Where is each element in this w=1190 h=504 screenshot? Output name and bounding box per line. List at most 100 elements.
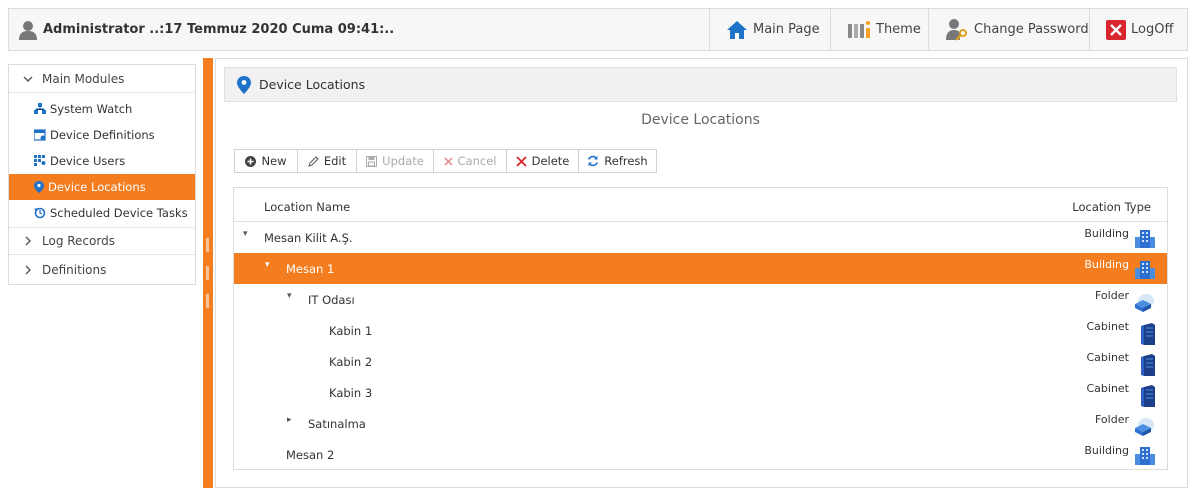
table-row[interactable]: Kabin 3 Cabinet: [234, 377, 1167, 408]
new-button[interactable]: New: [235, 150, 298, 172]
sidebar-item-label: Device Definitions: [50, 128, 155, 142]
table-row[interactable]: ▾ IT Odası Folder: [234, 284, 1167, 315]
row-location-type: Building: [1084, 258, 1129, 271]
row-location-name: Mesan Kilit A.Ş.: [264, 231, 353, 245]
device-definitions-icon: [34, 129, 46, 141]
theme-icon: [847, 20, 871, 40]
sidebar-item-scheduled-device-tasks[interactable]: Scheduled Device Tasks: [9, 200, 195, 226]
expand-toggle-icon[interactable]: ▾: [287, 291, 292, 301]
chevron-right-icon: [23, 236, 33, 246]
delete-button[interactable]: Delete: [507, 150, 579, 172]
theme-label: Theme: [876, 22, 921, 37]
row-location-name: Mesan 1: [286, 262, 335, 276]
cabinet-icon: [1141, 354, 1155, 379]
row-location-type: Cabinet: [1086, 320, 1129, 333]
row-location-name: Kabin 3: [329, 386, 373, 400]
expand-toggle-icon[interactable]: ▸: [287, 415, 292, 425]
sidebar-group-definitions[interactable]: Definitions: [9, 256, 195, 284]
row-location-name: Satınalma: [308, 417, 366, 431]
splitter-drag-handle[interactable]: [206, 266, 209, 280]
table-row[interactable]: ▸ Satınalma Folder: [234, 408, 1167, 439]
row-location-type: Cabinet: [1086, 351, 1129, 364]
delete-x-icon: [515, 155, 527, 167]
sidebar-group-log-records[interactable]: Log Records: [9, 227, 195, 255]
expand-toggle-icon[interactable]: ▾: [265, 260, 270, 270]
header-title: Administrator ..:17 Temmuz 2020 Cuma 09:…: [43, 22, 395, 37]
close-icon: [1106, 19, 1126, 40]
sidebar-item-device-definitions[interactable]: Device Definitions: [9, 122, 195, 148]
main-page-label: Main Page: [753, 22, 820, 37]
main-page-button[interactable]: Main Page: [709, 9, 830, 50]
sidebar-group-label: Main Modules: [42, 71, 125, 86]
row-location-type: Building: [1084, 444, 1129, 457]
panel-header-title: Device Locations: [259, 77, 366, 92]
building-icon: [1135, 230, 1155, 251]
map-pin-icon: [34, 181, 44, 193]
change-password-label: Change Password: [974, 22, 1089, 37]
map-pin-icon: [237, 75, 251, 94]
chevron-down-icon: [23, 74, 33, 84]
row-location-name: IT Odası: [308, 293, 355, 307]
grid-header: Location Name Location Type: [234, 188, 1167, 222]
sidebar-item-device-users[interactable]: Device Users: [9, 148, 195, 174]
change-password-button[interactable]: Change Password: [928, 9, 1089, 50]
cancel-button[interactable]: Cancel: [434, 150, 507, 172]
folder-icon: [1133, 416, 1155, 439]
logoff-button[interactable]: LogOff: [1089, 9, 1188, 50]
row-location-type: Folder: [1095, 289, 1129, 302]
home-icon: [726, 20, 748, 40]
user-key-icon: [945, 18, 969, 42]
column-header-location-type[interactable]: Location Type: [1072, 200, 1151, 214]
sidebar-item-system-watch[interactable]: System Watch: [9, 96, 195, 122]
table-row[interactable]: Mesan 2 Building: [234, 439, 1167, 470]
sidebar-item-label: Device Users: [50, 154, 126, 168]
close-icon: [444, 157, 453, 166]
sidebar: Main Modules System Watch Device Definit…: [8, 64, 196, 285]
building-icon: [1135, 447, 1155, 468]
sidebar-item-device-locations[interactable]: Device Locations: [9, 174, 195, 200]
refresh-label: Refresh: [604, 154, 648, 168]
cancel-label: Cancel: [457, 154, 497, 168]
new-label: New: [261, 154, 287, 168]
save-icon: [366, 155, 378, 167]
row-location-name: Kabin 2: [329, 355, 373, 369]
theme-button[interactable]: Theme: [830, 9, 928, 50]
user-icon: [17, 19, 39, 41]
row-location-name: Kabin 1: [329, 324, 373, 338]
pencil-icon: [308, 155, 319, 167]
column-header-location-name[interactable]: Location Name: [264, 200, 350, 214]
refresh-clock-icon: [34, 207, 46, 219]
folder-icon: [1133, 292, 1155, 315]
edit-button[interactable]: Edit: [298, 150, 357, 172]
table-row[interactable]: Kabin 1 Cabinet: [234, 315, 1167, 346]
plus-circle-icon: [245, 155, 257, 167]
sidebar-item-label: Scheduled Device Tasks: [50, 206, 188, 220]
splitter-expand-handle[interactable]: [206, 294, 209, 308]
users-grid-icon: [34, 155, 46, 167]
row-location-type: Cabinet: [1086, 382, 1129, 395]
row-location-name: Mesan 2: [286, 448, 335, 462]
panel-header: Device Locations: [224, 67, 1177, 102]
update-label: Update: [382, 154, 424, 168]
table-row-selected[interactable]: ▾ Mesan 1 Building: [234, 253, 1167, 284]
sidebar-splitter[interactable]: [203, 58, 213, 488]
splitter-collapse-handle[interactable]: [206, 238, 209, 252]
cabinet-icon: [1141, 385, 1155, 410]
refresh-button[interactable]: Refresh: [579, 150, 656, 172]
update-button[interactable]: Update: [357, 150, 434, 172]
page-title: Device Locations: [641, 112, 760, 128]
sidebar-group-main-modules[interactable]: Main Modules: [9, 65, 195, 93]
sidebar-item-label: System Watch: [50, 102, 133, 116]
delete-label: Delete: [531, 154, 570, 168]
locations-tree-grid: Location Name Location Type ▾ Mesan Kili…: [233, 187, 1168, 470]
table-row[interactable]: Kabin 2 Cabinet: [234, 346, 1167, 377]
network-icon: [34, 103, 46, 115]
top-header: Administrator ..:17 Temmuz 2020 Cuma 09:…: [8, 8, 1188, 51]
expand-toggle-icon[interactable]: ▾: [243, 229, 248, 239]
row-location-type: Building: [1084, 227, 1129, 240]
building-icon: [1135, 261, 1155, 282]
table-row[interactable]: ▾ Mesan Kilit A.Ş. Building: [234, 222, 1167, 253]
refresh-icon: [587, 155, 599, 167]
sidebar-item-label: Device Locations: [48, 180, 146, 194]
sidebar-group-label: Definitions: [42, 263, 107, 277]
